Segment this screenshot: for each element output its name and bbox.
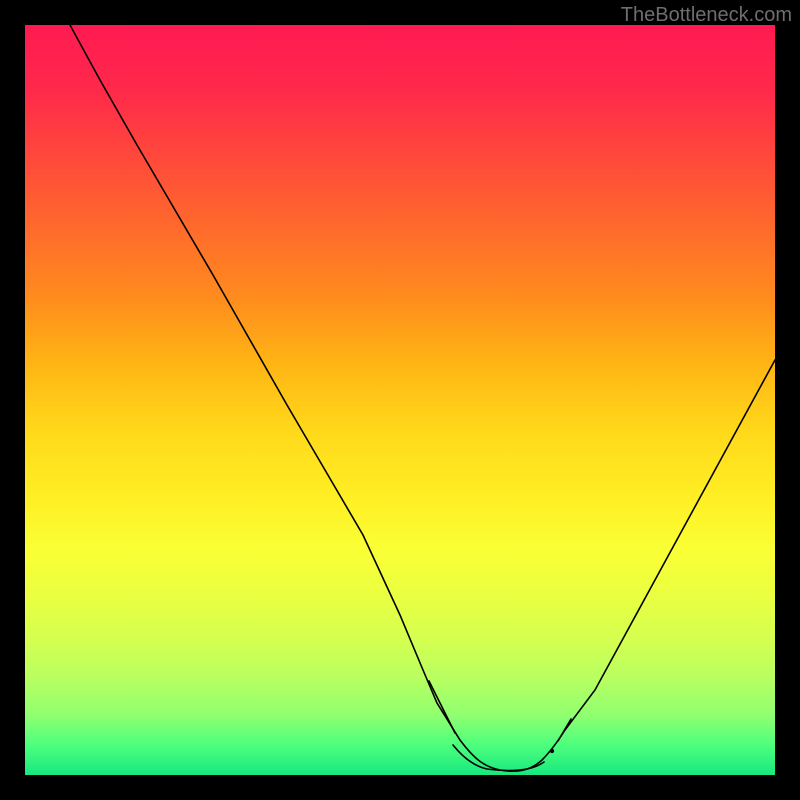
chart-frame: TheBottleneck.com <box>0 0 800 800</box>
optimal-marker-left <box>429 681 455 733</box>
curve-svg <box>25 25 775 775</box>
bottleneck-curve <box>70 25 775 771</box>
curve-sample-dot <box>550 749 554 753</box>
optimal-marker-right <box>558 719 571 741</box>
watermark-text: TheBottleneck.com <box>621 4 792 27</box>
plot-area <box>25 25 775 775</box>
